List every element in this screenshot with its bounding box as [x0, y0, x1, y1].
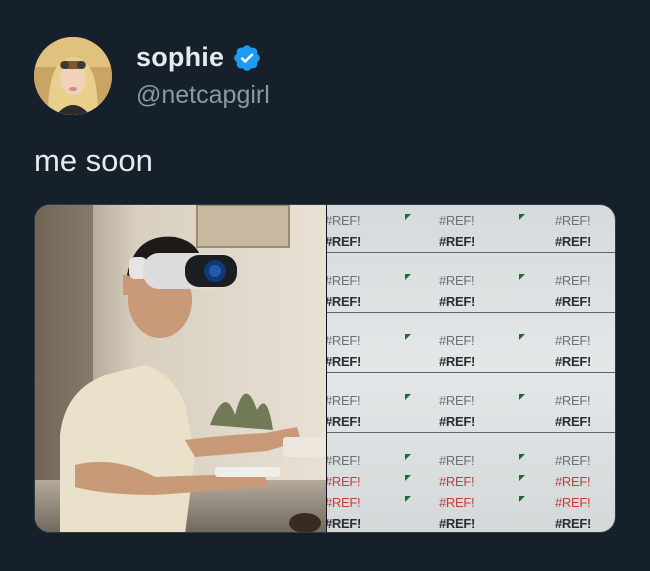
ref-cell: #REF!	[555, 294, 592, 309]
ref-cell: #REF!	[555, 393, 591, 408]
error-indicator-icon	[519, 475, 525, 481]
ref-row: #REF! #REF! #REF!	[327, 211, 615, 232]
ref-cell: #REF!	[327, 516, 362, 531]
ref-cell: #REF!	[555, 333, 591, 348]
error-indicator-icon	[519, 496, 525, 502]
error-indicator-icon	[405, 394, 411, 400]
ref-cell: #REF!	[327, 474, 361, 489]
ref-cell: #REF!	[555, 495, 591, 510]
ref-cell: #REF!	[327, 453, 361, 468]
ref-cell: #REF!	[439, 354, 476, 369]
ref-cell: #REF!	[555, 354, 592, 369]
ref-cell: #REF!	[439, 453, 475, 468]
ref-cell: #REF!	[327, 495, 361, 510]
ref-row: #REF! #REF! #REF!	[327, 391, 615, 412]
tweet-media[interactable]: #REF! #REF! #REF! #REF! #REF! #REF! #REF! #REF!…	[34, 204, 616, 533]
ref-cell: #REF!	[327, 414, 362, 429]
ref-row: #REF! #REF! #REF!	[327, 352, 615, 373]
ref-row: #REF! #REF! #REF!	[327, 514, 615, 532]
ref-cell: #REF!	[555, 474, 591, 489]
ref-cell: #REF!	[555, 414, 592, 429]
avatar-photo	[34, 37, 112, 115]
error-indicator-icon	[405, 214, 411, 220]
ref-row: #REF! #REF! #REF!	[327, 271, 615, 292]
ref-cell: #REF!	[555, 273, 591, 288]
error-indicator-icon	[519, 214, 525, 220]
avatar[interactable]	[34, 37, 112, 115]
error-indicator-icon	[519, 394, 525, 400]
ref-cell: #REF!	[555, 234, 592, 249]
ref-cell: #REF!	[327, 333, 361, 348]
ref-row: #REF! #REF! #REF!	[327, 412, 615, 433]
ref-row: #REF! #REF! #REF!	[327, 472, 615, 493]
ref-cell: #REF!	[439, 414, 476, 429]
name-row: sophie	[136, 42, 262, 73]
ref-cell: #REF!	[555, 516, 592, 531]
ref-cell: #REF!	[439, 273, 475, 288]
error-indicator-icon	[405, 274, 411, 280]
ref-cell: #REF!	[439, 213, 475, 228]
man-wearing-vr-headset-typing-photo[interactable]	[35, 205, 326, 532]
ref-cell: #REF!	[439, 294, 476, 309]
ref-cell: #REF!	[439, 516, 476, 531]
ref-error-grid: #REF! #REF! #REF! #REF! #REF! #REF! #REF! #REF!…	[327, 211, 615, 532]
user-handle[interactable]: @netcapgirl	[136, 81, 270, 110]
ref-cell: #REF!	[439, 495, 475, 510]
display-name[interactable]: sophie	[136, 42, 224, 73]
ref-cell: #REF!	[327, 213, 361, 228]
error-indicator-icon	[405, 454, 411, 460]
ref-cell: #REF!	[327, 294, 362, 309]
spreadsheet-ref-errors-photo[interactable]: #REF! #REF! #REF! #REF! #REF! #REF! #REF! #REF!…	[327, 205, 615, 532]
ref-row: #REF! #REF! #REF!	[327, 292, 615, 313]
ref-row: #REF! #REF! #REF!	[327, 451, 615, 472]
error-indicator-icon	[519, 454, 525, 460]
ref-row: #REF! #REF! #REF!	[327, 232, 615, 253]
ref-cell: #REF!	[555, 453, 591, 468]
ref-cell: #REF!	[327, 393, 361, 408]
ref-cell: #REF!	[555, 213, 591, 228]
ref-cell: #REF!	[327, 273, 361, 288]
ref-cell: #REF!	[439, 393, 475, 408]
tweet: sophie @netcapgirl me soon #REF! #REF! #…	[0, 0, 650, 571]
error-indicator-icon	[519, 334, 525, 340]
ref-row: #REF! #REF! #REF!	[327, 493, 615, 514]
ref-cell: #REF!	[439, 474, 475, 489]
error-indicator-icon	[405, 475, 411, 481]
tweet-text: me soon	[34, 143, 153, 178]
ref-row: #REF! #REF! #REF!	[327, 331, 615, 352]
error-indicator-icon	[519, 274, 525, 280]
error-indicator-icon	[405, 496, 411, 502]
ref-cell: #REF!	[327, 234, 362, 249]
verified-badge-icon	[232, 43, 262, 73]
error-indicator-icon	[405, 334, 411, 340]
ref-cell: #REF!	[439, 234, 476, 249]
ref-cell: #REF!	[327, 354, 362, 369]
ref-cell: #REF!	[439, 333, 475, 348]
